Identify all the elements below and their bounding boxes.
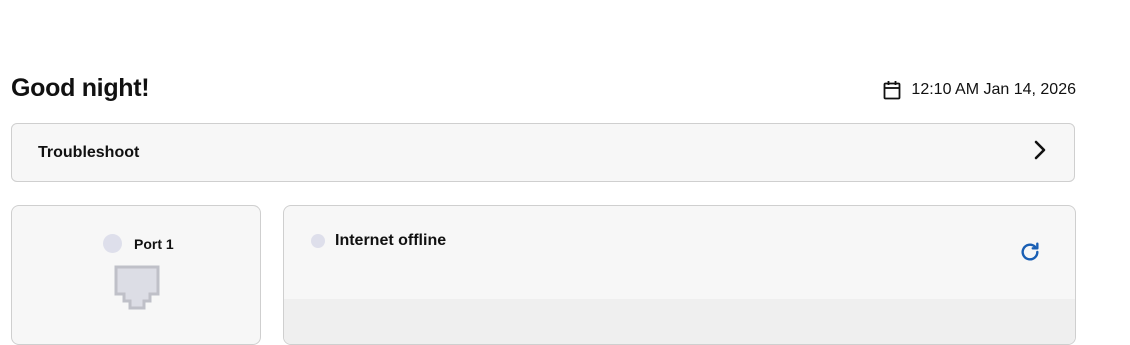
port-status-dot	[103, 234, 122, 253]
refresh-icon[interactable]	[1019, 241, 1041, 268]
internet-status-card: Internet offline	[283, 205, 1076, 345]
datetime-display: 12:10 AM Jan 14, 2026	[883, 80, 1076, 100]
troubleshoot-button[interactable]: Troubleshoot	[11, 123, 1075, 182]
internet-status-label: Internet offline	[335, 232, 447, 249]
internet-card-footer	[284, 299, 1075, 344]
port-card: Port 1	[11, 205, 261, 345]
datetime-text: 12:10 AM Jan 14, 2026	[911, 81, 1076, 98]
ethernet-port-icon	[113, 264, 161, 315]
internet-status-dot	[311, 234, 325, 248]
port-label: Port 1	[134, 235, 174, 252]
port-header: Port 1	[103, 234, 174, 253]
troubleshoot-label: Troubleshoot	[38, 143, 140, 161]
calendar-icon	[883, 80, 901, 100]
greeting-title: Good night!	[11, 74, 150, 102]
chevron-right-icon	[1034, 140, 1046, 165]
internet-header: Internet offline	[311, 232, 446, 250]
